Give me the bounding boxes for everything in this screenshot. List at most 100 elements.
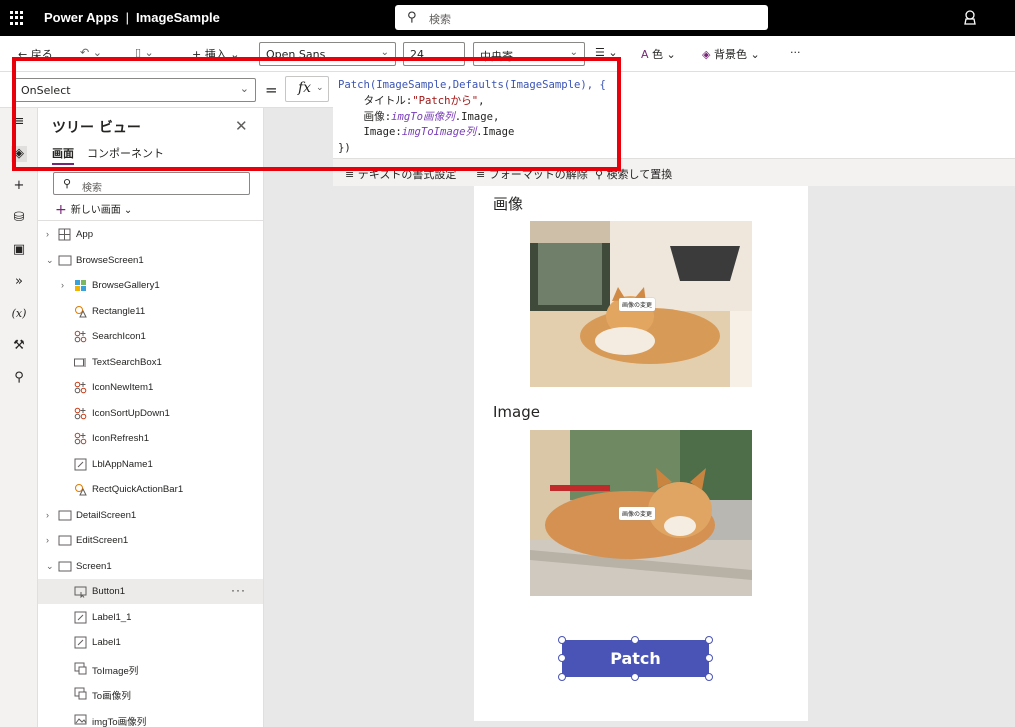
tree-node-label: TextSearchBox1 — [92, 356, 162, 368]
chevron-right-icon[interactable]: › — [61, 280, 64, 290]
screen-icon — [58, 509, 72, 522]
font-color-icon: A — [641, 48, 649, 61]
tree-node-label: RectQuickActionBar1 — [92, 484, 184, 495]
change-image-tag[interactable]: 画像の変更 — [619, 298, 656, 311]
tree-node-rectangle11[interactable]: Rectangle11 — [38, 299, 263, 324]
resize-handle[interactable] — [705, 636, 713, 644]
tree-node-iconrefresh1[interactable]: IconRefresh1 — [38, 426, 263, 451]
label-icon — [74, 458, 87, 471]
chevron-down-icon: ⌄ — [123, 205, 133, 216]
tree-node-browsescreen1[interactable]: ⌄ BrowseScreen1 — [38, 248, 263, 273]
more-commands-button[interactable]: ··· — [790, 46, 801, 59]
gallery-icon — [74, 279, 87, 292]
divider — [38, 220, 263, 221]
more-options-icon[interactable]: ··· — [231, 583, 246, 597]
resize-handle[interactable] — [705, 654, 713, 662]
left-rail: ≡ ◈ + ⛁ ▣ » (x) ⚒ ⚲ — [0, 108, 38, 727]
resize-handle[interactable] — [631, 636, 639, 644]
tree-node-label: Label1_1 — [92, 611, 132, 623]
image-icon — [74, 713, 87, 726]
tree-node-label1[interactable]: Label1 — [38, 630, 263, 655]
icon-control-icon — [74, 432, 87, 445]
screen-icon — [58, 534, 72, 547]
tree-node-textsearchbox1[interactable]: TextSearchBox1 — [38, 350, 263, 375]
addpicture-icon — [74, 687, 87, 700]
tree-node-label1_1[interactable]: Label1_1 — [38, 605, 263, 630]
tree-node-label: SearchIcon1 — [92, 331, 146, 342]
tree-node-searchicon1[interactable]: SearchIcon1 — [38, 324, 263, 349]
tree-node-label: Button1 — [92, 586, 126, 597]
chevron-right-icon[interactable]: › — [46, 510, 49, 520]
highlight-annotation-box — [12, 57, 621, 171]
tree-node-label: IconRefresh1 — [92, 433, 150, 444]
tree-node-lblappname1[interactable]: LblAppName1 — [38, 452, 263, 477]
tree-node-label: To画像列 — [92, 691, 131, 702]
tree-node-label: BrowseScreen1 — [76, 254, 144, 266]
change-image-tag[interactable]: 画像の変更 — [619, 507, 656, 520]
environment-icon[interactable] — [962, 9, 978, 25]
tree-node-imgto画像列[interactable]: imgTo画像列 — [38, 707, 263, 727]
screen-icon — [58, 254, 72, 267]
tree-node-label: App — [76, 229, 94, 240]
tree-node-browsegallery1[interactable]: › BrowseGallery1 — [38, 273, 263, 298]
variables-icon[interactable]: (x) — [11, 306, 27, 322]
shape-icon — [74, 483, 87, 496]
icon-control-icon — [74, 330, 87, 343]
tree-node-label: DetailScreen1 — [76, 509, 137, 521]
data-icon[interactable]: ⛁ — [11, 210, 27, 226]
media-icon[interactable]: ▣ — [11, 242, 27, 258]
tree-node-rectquickactionbar1[interactable]: RectQuickActionBar1 — [38, 477, 263, 502]
label-english-image[interactable]: Image — [493, 403, 540, 421]
tree-node-button1[interactable]: Button1 ··· — [38, 579, 263, 604]
tree-node-toimage列[interactable]: ToImage列 — [38, 656, 263, 681]
tree-node-detailscreen1[interactable]: › DetailScreen1 — [38, 503, 263, 528]
top-bar: Power Apps | ImageSample ⚲ 検索 — [0, 0, 1015, 36]
color-button[interactable]: A 色 ⌄ — [641, 46, 676, 62]
label-icon — [74, 636, 87, 649]
tree-search-input[interactable]: ⚲ 検索 — [53, 172, 250, 195]
resize-handle[interactable] — [558, 673, 566, 681]
tree-node-label: BrowseGallery1 — [92, 280, 160, 291]
tree-node-label: Label1 — [92, 637, 121, 648]
chevron-down-icon[interactable]: ⌄ — [46, 255, 54, 266]
fill-icon: ◈ — [702, 48, 711, 61]
tree-node-label: IconSortUpDown1 — [92, 407, 170, 419]
fill-button[interactable]: ◈ 背景色 ⌄ — [702, 46, 760, 62]
label-japanese-image[interactable]: 画像 — [493, 193, 523, 214]
tree-node-label: Rectangle11 — [92, 305, 146, 317]
textinput-icon — [74, 356, 87, 369]
file-name: ImageSample — [136, 10, 220, 25]
tree-node-iconsortupdown1[interactable]: IconSortUpDown1 — [38, 401, 263, 426]
tree-node-screen1[interactable]: ⌄ Screen1 — [38, 554, 263, 579]
resize-handle[interactable] — [705, 673, 713, 681]
fill-label: 背景色 — [713, 48, 747, 61]
selection-outline — [562, 640, 709, 677]
tree-node-label: imgTo画像列 — [92, 716, 147, 727]
chevron-down-icon[interactable]: ⌄ — [46, 561, 54, 572]
tree-node-app[interactable]: › App — [38, 222, 263, 247]
shape-icon — [74, 305, 87, 318]
addpicture-icon — [74, 662, 87, 675]
tree-node-label: Screen1 — [76, 560, 112, 572]
tree-node-editscreen1[interactable]: › EditScreen1 — [38, 528, 263, 553]
app-title: Power Apps | ImageSample — [44, 10, 220, 25]
resize-handle[interactable] — [558, 654, 566, 662]
tree-node-to画像列[interactable]: To画像列 — [38, 681, 263, 706]
tree-node-label: EditScreen1 — [76, 535, 129, 546]
new-screen-button[interactable]: + 新しい画面 ⌄ — [55, 201, 133, 218]
tools-icon[interactable]: ⚒ — [11, 338, 27, 354]
search-icon[interactable]: ⚲ — [11, 370, 27, 386]
search-icon: ⚲ — [63, 177, 72, 190]
resize-handle[interactable] — [558, 636, 566, 644]
global-search-input[interactable]: ⚲ 検索 — [395, 5, 768, 30]
insert-icon[interactable]: + — [11, 178, 27, 194]
chevron-right-icon[interactable]: › — [46, 535, 49, 545]
resize-handle[interactable] — [631, 673, 639, 681]
screen-icon — [58, 560, 72, 573]
chevron-right-icon[interactable]: › — [46, 229, 49, 239]
app-launcher-icon[interactable] — [10, 11, 24, 25]
tree-node-iconnewitem1[interactable]: IconNewItem1 — [38, 375, 263, 400]
product-name: Power Apps — [44, 10, 119, 25]
plus-icon: + — [55, 202, 67, 218]
power-automate-icon[interactable]: » — [11, 274, 27, 290]
